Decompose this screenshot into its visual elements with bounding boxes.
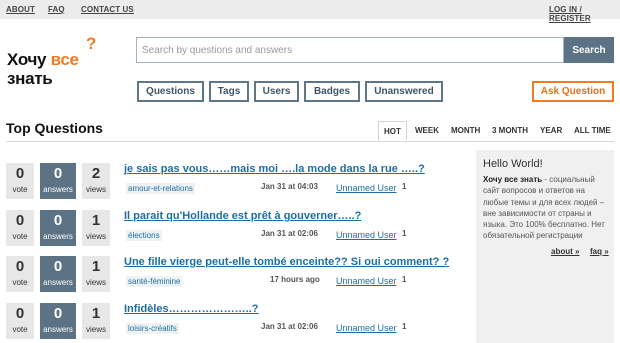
sidebar-about-link[interactable]: about » — [551, 247, 579, 256]
question-user-link[interactable]: Unnamed User — [336, 323, 397, 333]
faq-link[interactable]: FAQ — [48, 5, 65, 14]
question-title-link[interactable]: je sais pas vous……mais moi ….la mode dan… — [124, 163, 425, 175]
answer-count: 0 answers — [40, 256, 76, 292]
question-row: 0 vote 0 answers 1 views Il parait qu'Holla… — [6, 210, 470, 246]
question-time: Jan 31 at 02:06 — [261, 322, 318, 331]
question-user-link[interactable]: Unnamed User — [336, 230, 397, 240]
search-input[interactable] — [136, 37, 564, 63]
ask-question-button[interactable]: Ask Question — [532, 81, 614, 102]
sidebar-welcome-box: Hello World! Хочу все знать - социальный… — [476, 150, 614, 343]
question-tag[interactable]: santé-féminine — [126, 276, 183, 287]
answer-count: 0 answers — [40, 163, 76, 199]
user-reputation: 1 — [402, 322, 407, 331]
answer-count: 0 answers — [40, 303, 76, 339]
question-user-link[interactable]: Unnamed User — [336, 276, 397, 286]
user-reputation: 1 — [402, 275, 407, 284]
sort-tab-all-time[interactable]: ALL TIME — [574, 126, 611, 135]
question-tag[interactable]: loisirs-créatifs — [126, 323, 179, 334]
vote-count: 0 vote — [6, 163, 34, 199]
vote-count: 0 vote — [6, 303, 34, 339]
sidebar-faq-link[interactable]: faq » — [590, 247, 609, 256]
logo-question-mark: ? — [86, 34, 97, 53]
user-reputation: 1 — [402, 182, 407, 191]
vote-count: 0 vote — [6, 210, 34, 246]
question-time: Jan 31 at 04:03 — [261, 182, 318, 191]
login-register-link[interactable]: LOG IN / REGISTER — [549, 5, 620, 23]
site-logo[interactable]: ? Хочу все знать — [7, 34, 107, 93]
about-link[interactable]: ABOUT — [6, 5, 35, 14]
answer-count: 0 answers — [40, 210, 76, 246]
vote-count: 0 vote — [6, 256, 34, 292]
user-reputation: 1 — [402, 229, 407, 238]
nav-tags-button[interactable]: Tags — [209, 81, 249, 102]
sort-tab-month[interactable]: MONTH — [451, 126, 480, 135]
sort-tab-year[interactable]: YEAR — [540, 126, 562, 135]
tabs-divider — [6, 141, 614, 142]
question-title-link[interactable]: Il parait qu'Hollande est prêt à gouvern… — [124, 210, 361, 222]
nav-badges-button[interactable]: Badges — [304, 81, 360, 102]
question-time: Jan 31 at 02:06 — [261, 229, 318, 238]
view-count: 1 views — [82, 210, 110, 246]
question-tag[interactable]: amour-et-relations — [126, 183, 195, 194]
nav-unanswered-button[interactable]: Unanswered — [365, 81, 443, 102]
question-user-link[interactable]: Unnamed User — [336, 183, 397, 193]
logo-line-1: Хочу все — [7, 50, 79, 69]
view-count: 2 views — [82, 163, 110, 199]
sort-tab-week[interactable]: WEEK — [415, 126, 439, 135]
question-tag[interactable]: élections — [126, 230, 162, 241]
sort-tab-hot[interactable]: HOT — [378, 121, 407, 141]
section-title: Top Questions — [6, 120, 103, 136]
sidebar-title: Hello World! — [483, 158, 543, 170]
sidebar-description: Хочу все знать - социальный сайт вопросо… — [483, 175, 605, 241]
sort-tab-3month[interactable]: 3 MONTH — [492, 126, 528, 135]
top-bar: ABOUT FAQ CONTACT US LOG IN / REGISTER — [0, 0, 620, 23]
question-row: 0 vote 0 answers 2 views je sais pas vous……… — [6, 163, 470, 199]
question-title-link[interactable]: Une fille vierge peut-elle tombé enceint… — [124, 256, 449, 268]
view-count: 1 views — [82, 256, 110, 292]
question-time: 17 hours ago — [270, 275, 320, 284]
contact-link[interactable]: CONTACT US — [81, 5, 134, 14]
nav-questions-button[interactable]: Questions — [137, 81, 204, 102]
nav-users-button[interactable]: Users — [254, 81, 299, 102]
logo-line-2: знать — [7, 69, 53, 88]
search-button[interactable]: Search — [564, 37, 614, 63]
question-row: 0 vote 0 answers 1 views Une fille vierge p… — [6, 256, 470, 292]
question-row: 0 vote 0 answers 1 views Infidèles…………………..… — [6, 303, 470, 339]
question-title-link[interactable]: Infidèles…………………..? — [124, 303, 258, 315]
view-count: 1 views — [82, 303, 110, 339]
